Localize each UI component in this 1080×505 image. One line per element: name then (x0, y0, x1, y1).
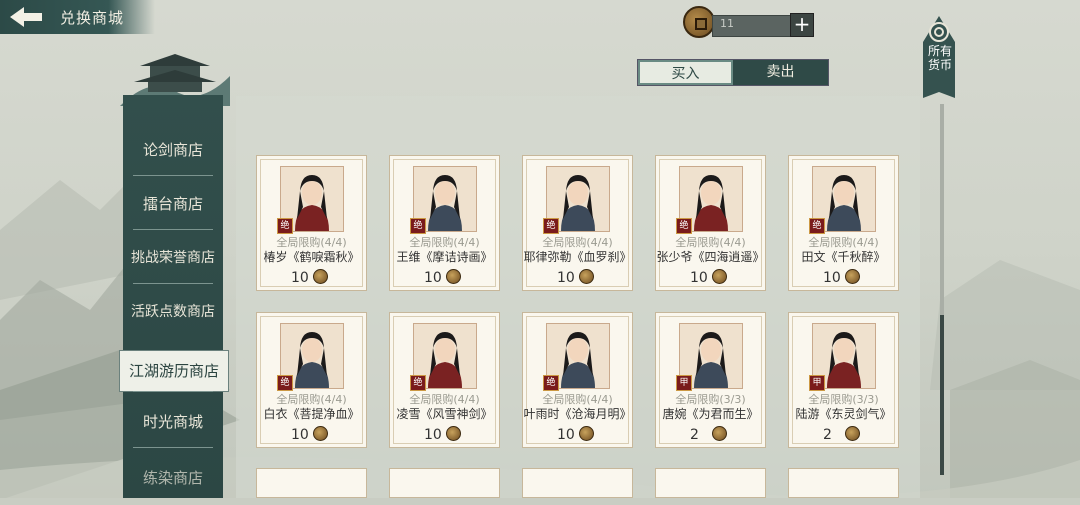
divider (133, 391, 213, 392)
item-name: 白衣《菩提净血》 (263, 407, 360, 421)
item-name: 凌雪《风雪神剑》 (396, 407, 493, 421)
item-card[interactable]: 甲全局限购(3/3) 唐婉《为君而生》 2 (655, 312, 766, 448)
rarity-badge: 甲 (676, 375, 692, 391)
rarity-badge: 绝 (809, 218, 825, 234)
sidebar-item-lunjian[interactable]: 论剑商店 (123, 123, 223, 177)
scrollbar-thumb[interactable] (940, 315, 944, 475)
item-price: 10 (424, 270, 442, 286)
rarity-badge: 绝 (277, 375, 293, 391)
item-card[interactable]: 绝全局限购(4/4) 椿岁《鹤唳霜秋》 10 (256, 155, 367, 291)
item-name: 椿岁《鹤唳霜秋》 (263, 250, 360, 264)
header-bar: 兑换商城 (0, 0, 155, 34)
rarity-badge: 绝 (410, 375, 426, 391)
rarity-badge: 绝 (676, 218, 692, 234)
divider (133, 175, 213, 176)
all-currency-label: 所有货币 (928, 44, 953, 72)
item-price: 10 (557, 427, 575, 443)
coin-icon (845, 269, 860, 284)
rarity-badge: 绝 (543, 375, 559, 391)
item-price: 2 (823, 427, 832, 443)
coin-icon (683, 6, 715, 38)
item-card[interactable] (788, 468, 899, 498)
divider (133, 447, 213, 448)
item-card[interactable] (389, 468, 500, 498)
currency-amount: 11 (720, 17, 734, 30)
item-card[interactable]: 绝全局限购(4/4) 张少爷《四海逍遥》 10 (655, 155, 766, 291)
coin-icon (446, 269, 461, 284)
item-name: 张少爷《四海逍遥》 (656, 250, 765, 264)
item-price: 10 (291, 270, 309, 286)
item-name: 唐婉《为君而生》 (662, 407, 759, 421)
item-name: 陆游《东灵剑气》 (795, 407, 892, 421)
item-card[interactable] (522, 468, 633, 498)
sidebar-item-jianghu-travel[interactable]: 江湖游历商店 (119, 350, 229, 392)
tab-sell[interactable]: 卖出 (733, 60, 828, 85)
sidebar-item-time-mall[interactable]: 时光商城 (123, 395, 223, 449)
sidebar-item-activity-points[interactable]: 活跃点数商店 (123, 285, 223, 339)
coin-icon (313, 269, 328, 284)
tab-buy[interactable]: 买入 (638, 60, 733, 85)
item-card[interactable]: 绝全局限购(4/4) 凌雪《风雪神剑》 10 (389, 312, 500, 448)
item-price: 10 (690, 270, 708, 286)
trade-tabs: 买入 卖出 (637, 59, 829, 86)
item-card[interactable]: 甲全局限购(3/3) 陆游《东灵剑气》 2 (788, 312, 899, 448)
coin-icon (313, 426, 328, 441)
item-price: 10 (557, 270, 575, 286)
sidebar-item-challenge-honor[interactable]: 挑战荣誉商店 (123, 231, 223, 285)
item-price: 10 (424, 427, 442, 443)
item-card[interactable]: 绝全局限购(4/4) 王维《摩诘诗画》 10 (389, 155, 500, 291)
coin-icon (712, 269, 727, 284)
rarity-badge: 绝 (543, 218, 559, 234)
item-price: 10 (291, 427, 309, 443)
sidebar-item-dye-shop[interactable]: 练染商店 (123, 451, 223, 505)
item-name: 田文《千秋醉》 (801, 250, 886, 264)
item-card[interactable] (256, 468, 367, 498)
divider (133, 283, 213, 284)
rarity-badge: 绝 (277, 218, 293, 234)
add-currency-button[interactable]: + (790, 13, 814, 37)
back-arrow-icon[interactable] (6, 3, 46, 31)
item-card[interactable]: 绝全局限购(4/4) 田文《千秋醉》 10 (788, 155, 899, 291)
item-name: 耶律弥勒《血罗刹》 (523, 250, 632, 264)
item-name: 王维《摩诘诗画》 (396, 250, 493, 264)
item-card[interactable] (655, 468, 766, 498)
sidebar-item-leitai[interactable]: 擂台商店 (123, 177, 223, 231)
item-card[interactable]: 绝全局限购(4/4) 耶律弥勒《血罗刹》 10 (522, 155, 633, 291)
coin-icon (845, 426, 860, 441)
shop-sidebar: 论剑商店 擂台商店 挑战荣誉商店 活跃点数商店 江湖游历商店 时光商城 练染商店 (119, 95, 229, 498)
item-name: 叶雨时《沧海月明》 (523, 407, 632, 421)
coin-icon (579, 426, 594, 441)
divider (133, 229, 213, 230)
coin-icon (446, 426, 461, 441)
rarity-badge: 甲 (809, 375, 825, 391)
coin-icon (579, 269, 594, 284)
rarity-badge: 绝 (410, 218, 426, 234)
page-title: 兑换商城 (60, 9, 125, 27)
item-card[interactable]: 绝全局限购(4/4) 白衣《菩提净血》 10 (256, 312, 367, 448)
item-price: 10 (823, 270, 841, 286)
item-card[interactable]: 绝全局限购(4/4) 叶雨时《沧海月明》 10 (522, 312, 633, 448)
item-price: 2 (690, 427, 699, 443)
coin-icon (712, 426, 727, 441)
